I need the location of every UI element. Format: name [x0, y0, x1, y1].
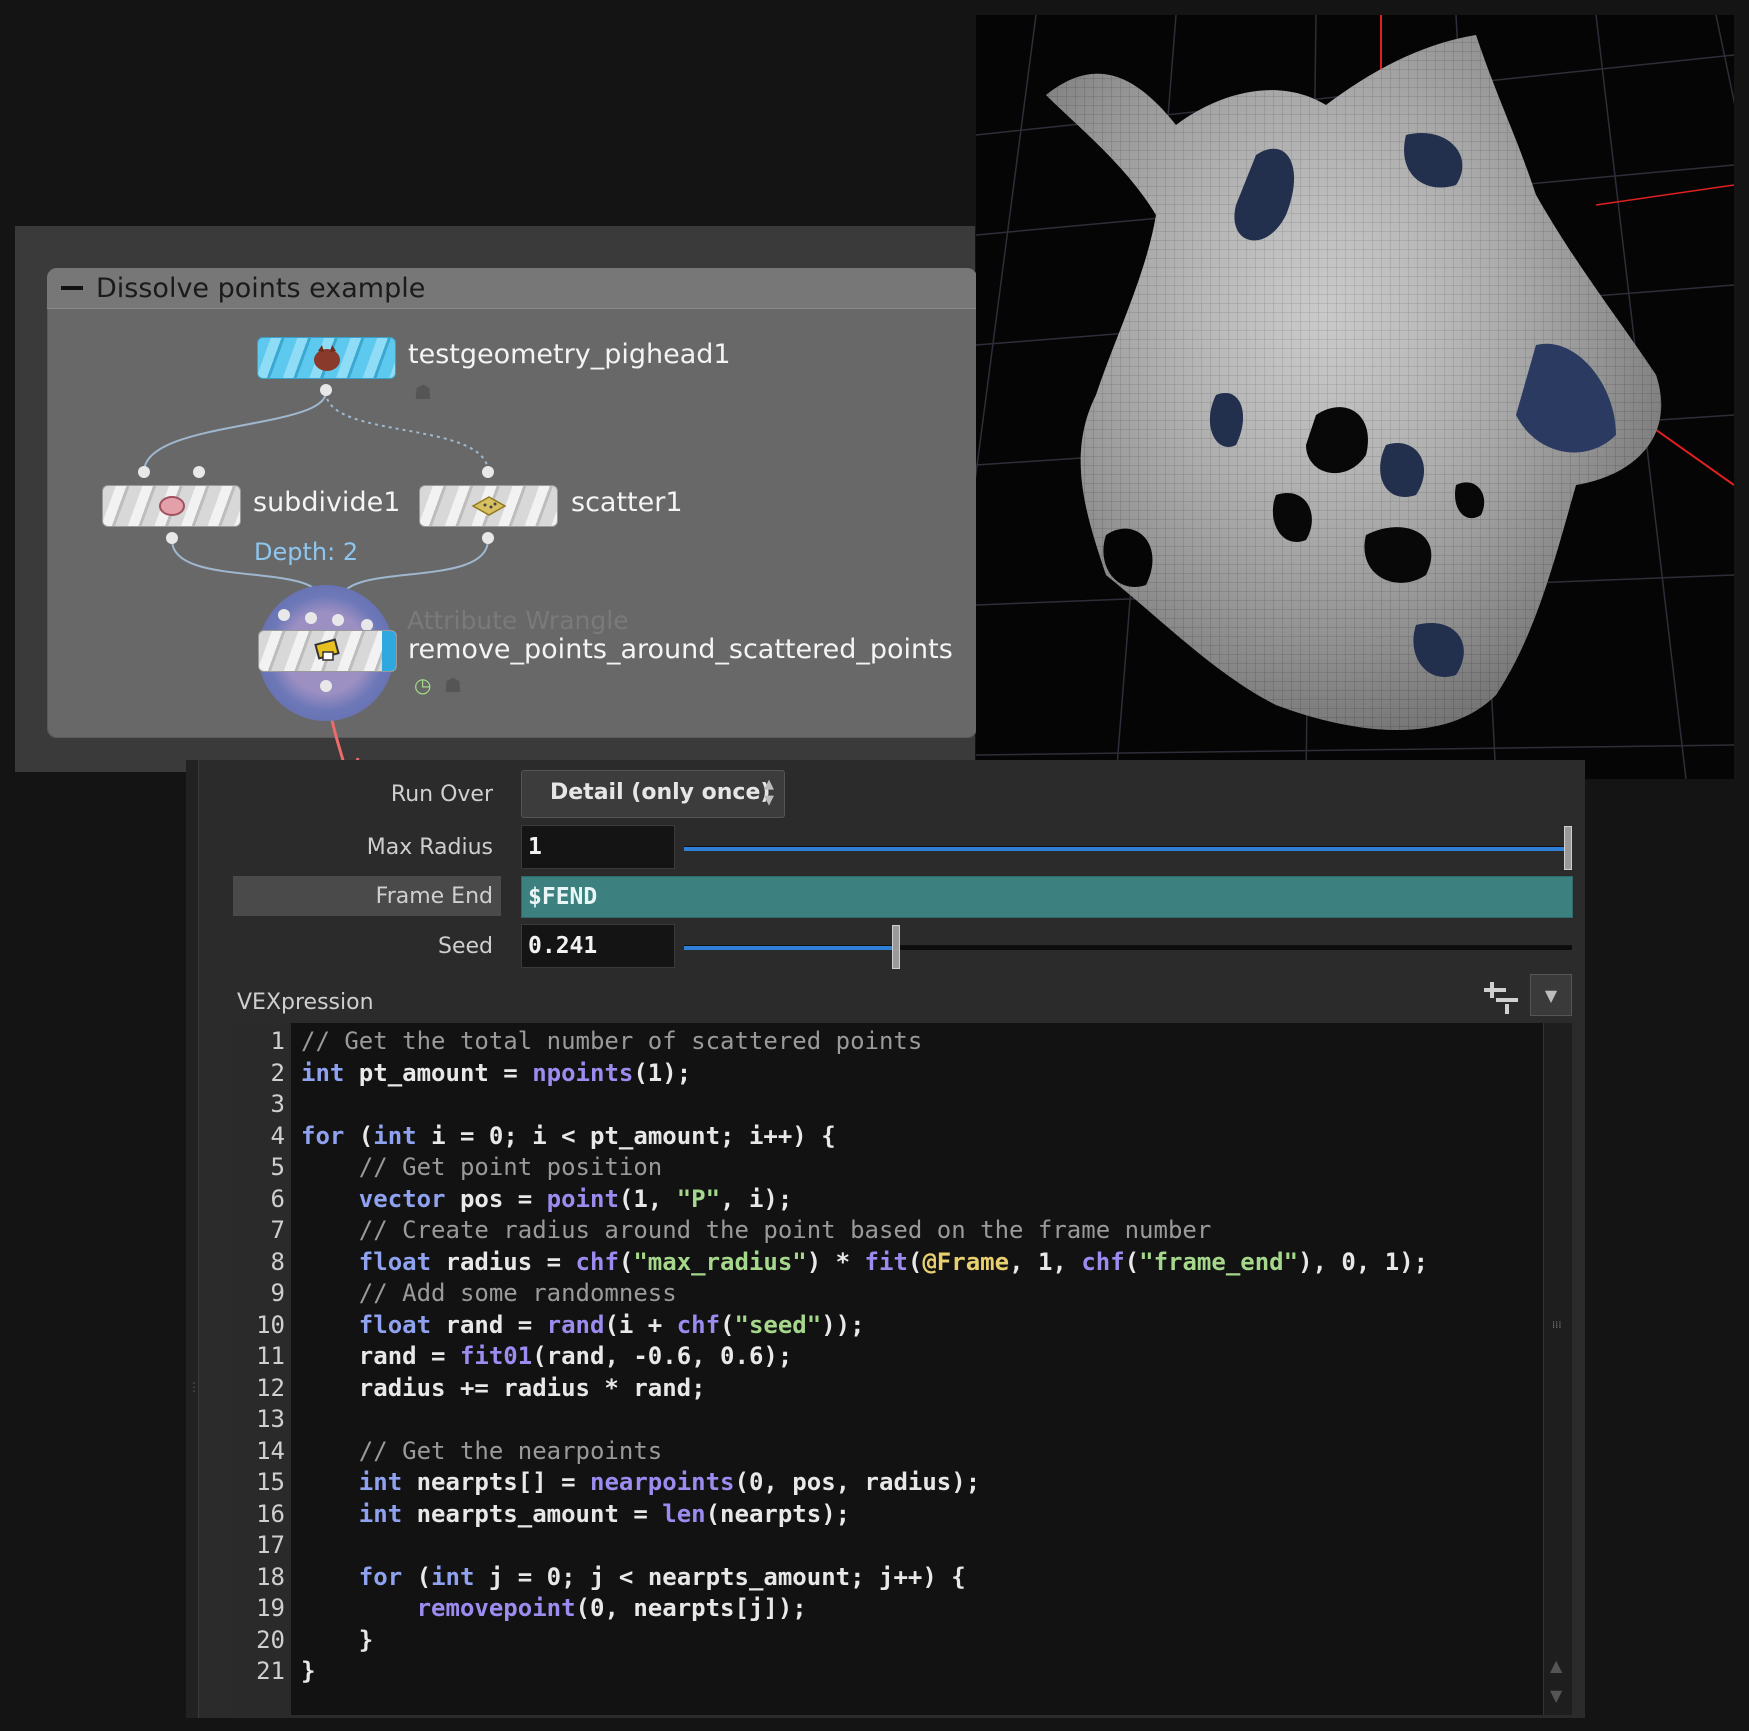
line-number: 2 — [270, 1058, 285, 1087]
code-line: int nearpts_amount = len(nearpts); — [358, 1499, 851, 1528]
viewport-scene — [976, 15, 1734, 779]
line-number: 19 — [256, 1594, 285, 1622]
vexpression-toolbar: ▼ — [1480, 974, 1572, 1016]
output-connector[interactable] — [482, 532, 494, 544]
vexpression-menu-button[interactable]: ▼ — [1530, 974, 1572, 1016]
max-radius-slider-fill — [684, 847, 1572, 851]
lock-flag-icon: ☗ — [444, 673, 462, 697]
node-scatter[interactable] — [419, 485, 558, 527]
line-number: 12 — [256, 1373, 285, 1402]
output-connector[interactable] — [166, 532, 178, 544]
line-number: 18 — [256, 1562, 285, 1591]
code-line: } — [301, 1657, 316, 1685]
frame-end-label: Frame End — [375, 884, 493, 909]
line-number: 17 — [256, 1531, 285, 1559]
pig-head-icon — [313, 345, 340, 371]
scroll-up-icon[interactable]: ▲ — [1550, 1656, 1562, 1675]
pane-side-bar[interactable] — [186, 760, 199, 1718]
output-connector[interactable] — [320, 384, 332, 396]
code-line: // Create radius around the point based … — [358, 1216, 1212, 1244]
clock-icon: ◷ — [414, 673, 432, 697]
code-line: rand = fit01(rand, -0.6, 0.6); — [301, 1342, 793, 1370]
node-label: scatter1 — [571, 487, 683, 518]
scroll-down-icon[interactable]: ▼ — [1550, 1686, 1562, 1705]
vexpression-label: VEXpression — [237, 990, 374, 1015]
node-label: remove_points_around_scattered_points — [408, 634, 953, 665]
line-number: 16 — [256, 1499, 285, 1528]
add-snippet-icon[interactable] — [1480, 978, 1520, 1014]
code-line: vector pos = point(1, "P", i); — [358, 1184, 793, 1213]
scene-viewport[interactable] — [976, 15, 1734, 779]
node-label: testgeometry_pighead1 — [408, 339, 731, 370]
code-line: for (int j = 0; j < nearpts_amount; j++)… — [358, 1562, 966, 1591]
max-radius-field[interactable]: 1 — [521, 825, 675, 869]
pane-collapse-grip[interactable]: ⋮ — [188, 1380, 200, 1540]
input-connector[interactable] — [482, 466, 494, 478]
max-radius-slider[interactable] — [684, 846, 1572, 851]
line-number: 21 — [256, 1657, 285, 1685]
pig-head-mesh — [1046, 35, 1662, 730]
line-number: 10 — [256, 1310, 285, 1339]
line-number: 7 — [270, 1216, 285, 1244]
display-flag[interactable] — [382, 631, 396, 671]
code-line: // Get the nearpoints — [358, 1436, 663, 1465]
line-number: 13 — [256, 1405, 285, 1433]
code-line: removepoint(0, nearpts[j]); — [416, 1594, 807, 1622]
max-radius-label: Max Radius — [366, 835, 493, 860]
node-label: subdivide1 — [253, 487, 401, 518]
run-over-dropdown[interactable]: Detail (only once) ▲ ▼ — [521, 770, 785, 818]
line-number: 11 — [256, 1342, 285, 1370]
frame-end-field[interactable]: $FEND — [521, 876, 1573, 918]
seed-slider-handle[interactable] — [892, 925, 900, 969]
node-testgeometry-pighead[interactable] — [257, 337, 396, 379]
dropdown-arrows-icon: ▲ ▼ — [764, 777, 774, 808]
run-over-value: Detail (only once) — [550, 780, 771, 805]
code-line: float radius = chf("max_radius") * fit(@… — [358, 1247, 1429, 1276]
code-line: } — [301, 1625, 374, 1654]
node-badge: Depth: 2 — [254, 538, 359, 566]
line-number: 6 — [270, 1184, 285, 1213]
line-number: 20 — [256, 1625, 285, 1654]
line-number-gutter: 1 2 3 4 5 6 7 8 9 10 11 12 13 14 15 16 17 18 19 20 21 — [233, 1023, 291, 1715]
subdivide-icon — [158, 496, 185, 516]
scroll-grip-icon[interactable]: ⁞⁞⁞ — [1552, 1321, 1564, 1339]
code-editor[interactable]: 1 2 3 4 5 6 7 8 9 10 11 12 13 14 15 16 17 18 19 20 21 ⁞⁞⁞ ▲ … — [233, 1023, 1572, 1715]
code-line: // Add some randomness — [358, 1279, 677, 1307]
line-number: 14 — [256, 1436, 285, 1465]
wrangle-icon — [313, 638, 340, 661]
line-number: 9 — [270, 1279, 285, 1307]
input-connector[interactable] — [138, 466, 150, 478]
editor-scrollbar[interactable]: ⁞⁞⁞ ▲ ▼ — [1543, 1023, 1572, 1715]
seed-slider[interactable] — [684, 945, 1572, 950]
max-radius-slider-handle[interactable] — [1564, 826, 1572, 870]
seed-field[interactable]: 0.241 — [521, 924, 675, 968]
input-connector[interactable] — [332, 614, 344, 626]
code-line: int pt_amount = npoints(1); — [301, 1058, 692, 1087]
seed-slider-fill — [684, 946, 898, 950]
line-number: 15 — [256, 1468, 285, 1496]
input-connector[interactable] — [305, 612, 317, 624]
line-number: 4 — [270, 1121, 285, 1150]
seed-label: Seed — [438, 934, 493, 959]
code-line: for (int i = 0; i < pt_amount; i++) { — [301, 1121, 836, 1150]
line-number: 3 — [270, 1090, 285, 1118]
code-line: int nearpts[] = nearpoints(0, pos, radiu… — [358, 1468, 981, 1496]
scatter-icon — [470, 496, 507, 516]
line-number: 5 — [270, 1153, 285, 1181]
output-connector[interactable] — [320, 680, 332, 692]
input-connector[interactable] — [193, 466, 205, 478]
node-subdivide[interactable] — [102, 485, 241, 527]
node-attribute-wrangle[interactable] — [258, 630, 397, 672]
run-over-label: Run Over — [390, 782, 493, 807]
node-type-label: Attribute Wrangle — [407, 606, 629, 635]
code-line: float rand = rand(i + chf("seed")); — [358, 1310, 865, 1339]
line-number: 1 — [270, 1027, 285, 1055]
code-line: // Get the total number of scattered poi… — [301, 1027, 923, 1055]
code-line: radius += radius * rand; — [301, 1373, 706, 1402]
lock-flag-icon: ☗ — [414, 380, 432, 404]
input-connector[interactable] — [278, 609, 290, 621]
line-number: 8 — [270, 1247, 285, 1276]
code-line: // Get point position — [358, 1153, 663, 1181]
